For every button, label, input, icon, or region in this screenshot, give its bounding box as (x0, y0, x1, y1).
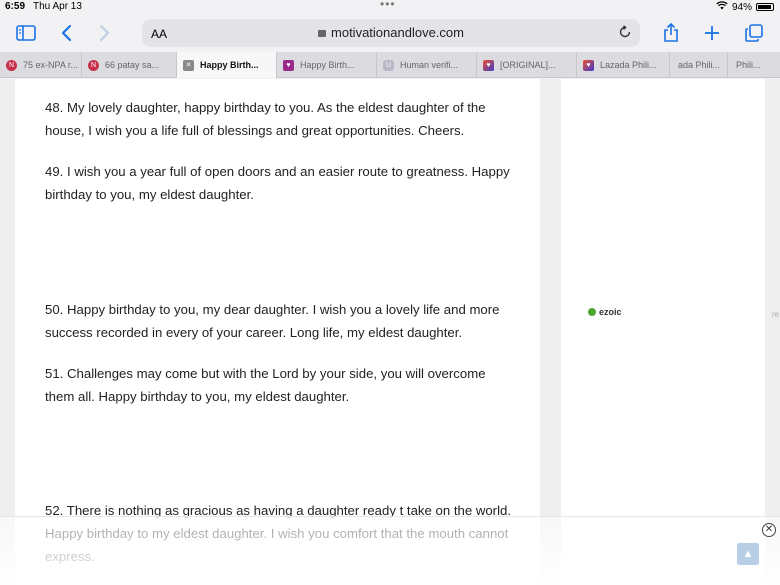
sidebar-toggle-icon[interactable] (13, 20, 39, 46)
tab-label: Lazada Phili... (600, 60, 657, 70)
new-tab-icon[interactable] (699, 20, 725, 46)
status-time: 6:59 (5, 1, 26, 12)
tab-bar: N 75 ex-NPA r... N 66 patay sa... ✕ Happy B… (0, 52, 780, 78)
tab-label: 66 patay sa... (105, 60, 160, 70)
news-favicon-icon: N (6, 59, 17, 71)
forward-icon[interactable] (91, 20, 117, 46)
tab-item[interactable]: N 75 ex-NPA r... (0, 52, 82, 78)
scroll-to-top-icon[interactable]: ▲ (737, 543, 759, 565)
browser-toolbar: AA motivationandlove.com (0, 14, 780, 52)
news-favicon-icon: N (88, 59, 99, 71)
heart-favicon-icon: ♥ (283, 59, 294, 71)
article-paragraph: 49. I wish you a year full of open doors… (45, 164, 510, 202)
address-bar[interactable]: AA motivationandlove.com (142, 19, 640, 47)
back-icon[interactable] (54, 20, 80, 46)
tab-item[interactable]: ♥ Happy Birth... (277, 52, 377, 78)
tab-item[interactable]: N 66 patay sa... (82, 52, 177, 78)
battery-icon (756, 3, 774, 11)
article-paragraph: 50. Happy birthday to you, my dear daugh… (45, 302, 500, 340)
tab-item[interactable]: ♥ Lazada Phili... (577, 52, 670, 78)
lazada-favicon-icon: ♥ (483, 59, 494, 71)
tab-label: 75 ex-NPA r... (23, 60, 78, 70)
tab-label: [ORIGINAL]... (500, 60, 556, 70)
bottom-ad-overlay (0, 516, 780, 585)
tab-label: Human verifi... (400, 60, 459, 70)
tab-item[interactable]: ♥ [ORIGINAL]... (477, 52, 577, 78)
tab-label: Happy Birth... (200, 60, 259, 70)
article-body: 48. My lovely daughter, happy birthday t… (15, 79, 540, 585)
tab-overview-icon[interactable] (741, 20, 767, 46)
tab-item[interactable]: Phili... (728, 52, 780, 78)
status-bar: 6:59 Thu Apr 13 ••• 94% (0, 0, 780, 14)
tab-item[interactable]: U Human verifi... (377, 52, 477, 78)
reload-icon[interactable] (618, 25, 632, 42)
share-icon[interactable] (658, 20, 684, 46)
tab-label: Happy Birth... (300, 60, 355, 70)
tab-item-active[interactable]: ✕ Happy Birth... (177, 52, 277, 78)
close-tab-icon[interactable]: ✕ (183, 59, 194, 71)
tab-label: Phili... (736, 60, 761, 70)
battery-percent: 94% (731, 1, 752, 13)
close-ad-icon[interactable]: ✕ (762, 523, 776, 537)
url-display[interactable]: motivationandlove.com (142, 25, 640, 40)
article-paragraph: 51. Challenges may come but with the Lor… (45, 366, 486, 404)
wifi-icon (716, 1, 728, 13)
lock-icon (318, 30, 327, 37)
lazada-favicon-icon: ♥ (583, 59, 594, 71)
multitasking-dots-icon[interactable]: ••• (380, 0, 396, 11)
status-date: Thu Apr 13 (33, 1, 82, 12)
ezoic-label: ezoic (599, 307, 622, 317)
page-content: 48. My lovely daughter, happy birthday t… (0, 79, 780, 585)
tab-item[interactable]: ada Phili... (670, 52, 728, 78)
status-right: 94% (716, 1, 774, 13)
url-text: motivationandlove.com (331, 25, 464, 40)
edge-text: re (772, 310, 780, 319)
ezoic-badge[interactable]: ezoic (588, 307, 622, 317)
u-favicon-icon: U (383, 59, 394, 71)
article-paragraph: 48. My lovely daughter, happy birthday t… (45, 100, 486, 138)
tab-label: ada Phili... (678, 60, 721, 70)
ezoic-logo-icon (588, 308, 596, 316)
sidebar-ad-area: ezoic (561, 79, 765, 585)
